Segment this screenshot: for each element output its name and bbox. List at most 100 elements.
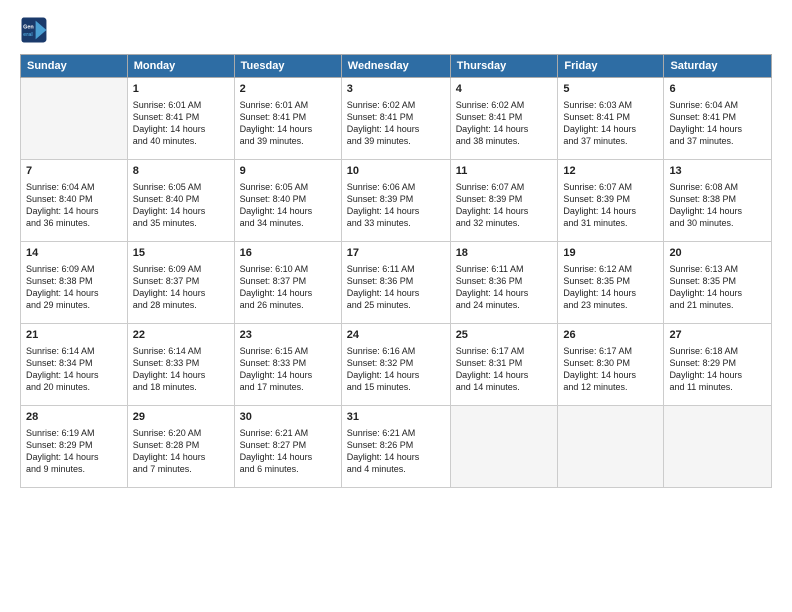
- header-tuesday: Tuesday: [234, 55, 341, 78]
- header: Gen eral: [20, 16, 772, 44]
- day-cell: [21, 78, 128, 160]
- day-info: Sunrise: 6:06 AMSunset: 8:39 PMDaylight:…: [347, 181, 445, 230]
- day-cell: 13 Sunrise: 6:08 AMSunset: 8:38 PMDayligh…: [664, 160, 772, 242]
- day-info: Sunrise: 6:07 AMSunset: 8:39 PMDaylight:…: [456, 181, 553, 230]
- day-number: 28: [26, 410, 122, 425]
- day-cell: 25 Sunrise: 6:17 AMSunset: 8:31 PMDayligh…: [450, 324, 558, 406]
- day-number: 24: [347, 328, 445, 343]
- day-cell: [664, 406, 772, 488]
- day-cell: [450, 406, 558, 488]
- day-cell: 3 Sunrise: 6:02 AMSunset: 8:41 PMDaylight…: [341, 78, 450, 160]
- week-row-4: 28 Sunrise: 6:19 AMSunset: 8:29 PMDayligh…: [21, 406, 772, 488]
- day-cell: 9 Sunrise: 6:05 AMSunset: 8:40 PMDaylight…: [234, 160, 341, 242]
- day-number: 3: [347, 82, 445, 97]
- page: Gen eral SundayMondayTuesdayWednesdayThu…: [0, 0, 792, 612]
- day-info: Sunrise: 6:20 AMSunset: 8:28 PMDaylight:…: [133, 427, 229, 476]
- day-info: Sunrise: 6:07 AMSunset: 8:39 PMDaylight:…: [563, 181, 658, 230]
- day-cell: 16Sunrise: 6:10 AMSunset: 8:37 PMDayligh…: [234, 242, 341, 324]
- week-row-3: 21 Sunrise: 6:14 AMSunset: 8:34 PMDayligh…: [21, 324, 772, 406]
- day-cell: 10Sunrise: 6:06 AMSunset: 8:39 PMDayligh…: [341, 160, 450, 242]
- day-cell: 17 Sunrise: 6:11 AMSunset: 8:36 PMDayligh…: [341, 242, 450, 324]
- day-cell: 15Sunrise: 6:09 AMSunset: 8:37 PMDayligh…: [127, 242, 234, 324]
- day-info: Sunrise: 6:03 AMSunset: 8:41 PMDaylight:…: [563, 99, 658, 148]
- day-number: 12: [563, 164, 658, 179]
- day-info: Sunrise: 6:11 AMSunset: 8:36 PMDaylight:…: [347, 263, 445, 312]
- day-info: Sunrise: 6:04 AMSunset: 8:40 PMDaylight:…: [26, 181, 122, 230]
- svg-text:eral: eral: [23, 32, 33, 38]
- day-info: Sunrise: 6:18 AMSunset: 8:29 PMDaylight:…: [669, 345, 766, 394]
- day-cell: 21 Sunrise: 6:14 AMSunset: 8:34 PMDayligh…: [21, 324, 128, 406]
- day-info: Sunrise: 6:19 AMSunset: 8:29 PMDaylight:…: [26, 427, 122, 476]
- day-info: Sunrise: 6:02 AMSunset: 8:41 PMDaylight:…: [456, 99, 553, 148]
- header-sunday: Sunday: [21, 55, 128, 78]
- day-info: Sunrise: 6:10 AMSunset: 8:37 PMDaylight:…: [240, 263, 336, 312]
- day-info: Sunrise: 6:02 AMSunset: 8:41 PMDaylight:…: [347, 99, 445, 148]
- day-cell: 7 Sunrise: 6:04 AMSunset: 8:40 PMDaylight…: [21, 160, 128, 242]
- day-number: 23: [240, 328, 336, 343]
- logo-icon: Gen eral: [20, 16, 48, 44]
- day-number: 19: [563, 246, 658, 261]
- day-info: Sunrise: 6:14 AMSunset: 8:34 PMDaylight:…: [26, 345, 122, 394]
- header-wednesday: Wednesday: [341, 55, 450, 78]
- day-number: 25: [456, 328, 553, 343]
- day-cell: 4 Sunrise: 6:02 AMSunset: 8:41 PMDaylight…: [450, 78, 558, 160]
- day-info: Sunrise: 6:12 AMSunset: 8:35 PMDaylight:…: [563, 263, 658, 312]
- day-number: 26: [563, 328, 658, 343]
- day-number: 15: [133, 246, 229, 261]
- day-info: Sunrise: 6:17 AMSunset: 8:31 PMDaylight:…: [456, 345, 553, 394]
- day-cell: 2 Sunrise: 6:01 AMSunset: 8:41 PMDaylight…: [234, 78, 341, 160]
- day-number: 29: [133, 410, 229, 425]
- day-cell: 24 Sunrise: 6:16 AMSunset: 8:32 PMDayligh…: [341, 324, 450, 406]
- day-info: Sunrise: 6:13 AMSunset: 8:35 PMDaylight:…: [669, 263, 766, 312]
- day-cell: 30Sunrise: 6:21 AMSunset: 8:27 PMDayligh…: [234, 406, 341, 488]
- day-number: 7: [26, 164, 122, 179]
- day-cell: [558, 406, 664, 488]
- day-info: Sunrise: 6:15 AMSunset: 8:33 PMDaylight:…: [240, 345, 336, 394]
- day-number: 2: [240, 82, 336, 97]
- day-info: Sunrise: 6:05 AMSunset: 8:40 PMDaylight:…: [133, 181, 229, 230]
- day-cell: 27 Sunrise: 6:18 AMSunset: 8:29 PMDayligh…: [664, 324, 772, 406]
- day-cell: 26 Sunrise: 6:17 AMSunset: 8:30 PMDayligh…: [558, 324, 664, 406]
- header-monday: Monday: [127, 55, 234, 78]
- day-number: 21: [26, 328, 122, 343]
- day-cell: 6 Sunrise: 6:04 AMSunset: 8:41 PMDaylight…: [664, 78, 772, 160]
- day-cell: 8 Sunrise: 6:05 AMSunset: 8:40 PMDaylight…: [127, 160, 234, 242]
- day-info: Sunrise: 6:14 AMSunset: 8:33 PMDaylight:…: [133, 345, 229, 394]
- day-info: Sunrise: 6:09 AMSunset: 8:38 PMDaylight:…: [26, 263, 122, 312]
- day-cell: 12 Sunrise: 6:07 AMSunset: 8:39 PMDayligh…: [558, 160, 664, 242]
- day-number: 1: [133, 82, 229, 97]
- day-cell: 29 Sunrise: 6:20 AMSunset: 8:28 PMDayligh…: [127, 406, 234, 488]
- day-number: 22: [133, 328, 229, 343]
- day-number: 11: [456, 164, 553, 179]
- day-cell: 31Sunrise: 6:21 AMSunset: 8:26 PMDayligh…: [341, 406, 450, 488]
- day-info: Sunrise: 6:01 AMSunset: 8:41 PMDaylight:…: [240, 99, 336, 148]
- day-number: 13: [669, 164, 766, 179]
- day-cell: 28 Sunrise: 6:19 AMSunset: 8:29 PMDayligh…: [21, 406, 128, 488]
- day-info: Sunrise: 6:11 AMSunset: 8:36 PMDaylight:…: [456, 263, 553, 312]
- day-cell: 23 Sunrise: 6:15 AMSunset: 8:33 PMDayligh…: [234, 324, 341, 406]
- day-number: 8: [133, 164, 229, 179]
- day-info: Sunrise: 6:16 AMSunset: 8:32 PMDaylight:…: [347, 345, 445, 394]
- day-number: 17: [347, 246, 445, 261]
- header-saturday: Saturday: [664, 55, 772, 78]
- day-number: 4: [456, 82, 553, 97]
- day-cell: 22 Sunrise: 6:14 AMSunset: 8:33 PMDayligh…: [127, 324, 234, 406]
- day-info: Sunrise: 6:04 AMSunset: 8:41 PMDaylight:…: [669, 99, 766, 148]
- day-cell: 20Sunrise: 6:13 AMSunset: 8:35 PMDayligh…: [664, 242, 772, 324]
- header-thursday: Thursday: [450, 55, 558, 78]
- day-number: 27: [669, 328, 766, 343]
- week-row-1: 7 Sunrise: 6:04 AMSunset: 8:40 PMDaylight…: [21, 160, 772, 242]
- day-info: Sunrise: 6:17 AMSunset: 8:30 PMDaylight:…: [563, 345, 658, 394]
- day-number: 6: [669, 82, 766, 97]
- svg-text:Gen: Gen: [23, 24, 34, 30]
- day-info: Sunrise: 6:05 AMSunset: 8:40 PMDaylight:…: [240, 181, 336, 230]
- day-cell: 14 Sunrise: 6:09 AMSunset: 8:38 PMDayligh…: [21, 242, 128, 324]
- day-info: Sunrise: 6:21 AMSunset: 8:26 PMDaylight:…: [347, 427, 445, 476]
- day-number: 14: [26, 246, 122, 261]
- day-info: Sunrise: 6:08 AMSunset: 8:38 PMDaylight:…: [669, 181, 766, 230]
- week-row-2: 14 Sunrise: 6:09 AMSunset: 8:38 PMDayligh…: [21, 242, 772, 324]
- day-number: 9: [240, 164, 336, 179]
- day-number: 18: [456, 246, 553, 261]
- day-cell: 5Sunrise: 6:03 AMSunset: 8:41 PMDaylight…: [558, 78, 664, 160]
- day-cell: 19 Sunrise: 6:12 AMSunset: 8:35 PMDayligh…: [558, 242, 664, 324]
